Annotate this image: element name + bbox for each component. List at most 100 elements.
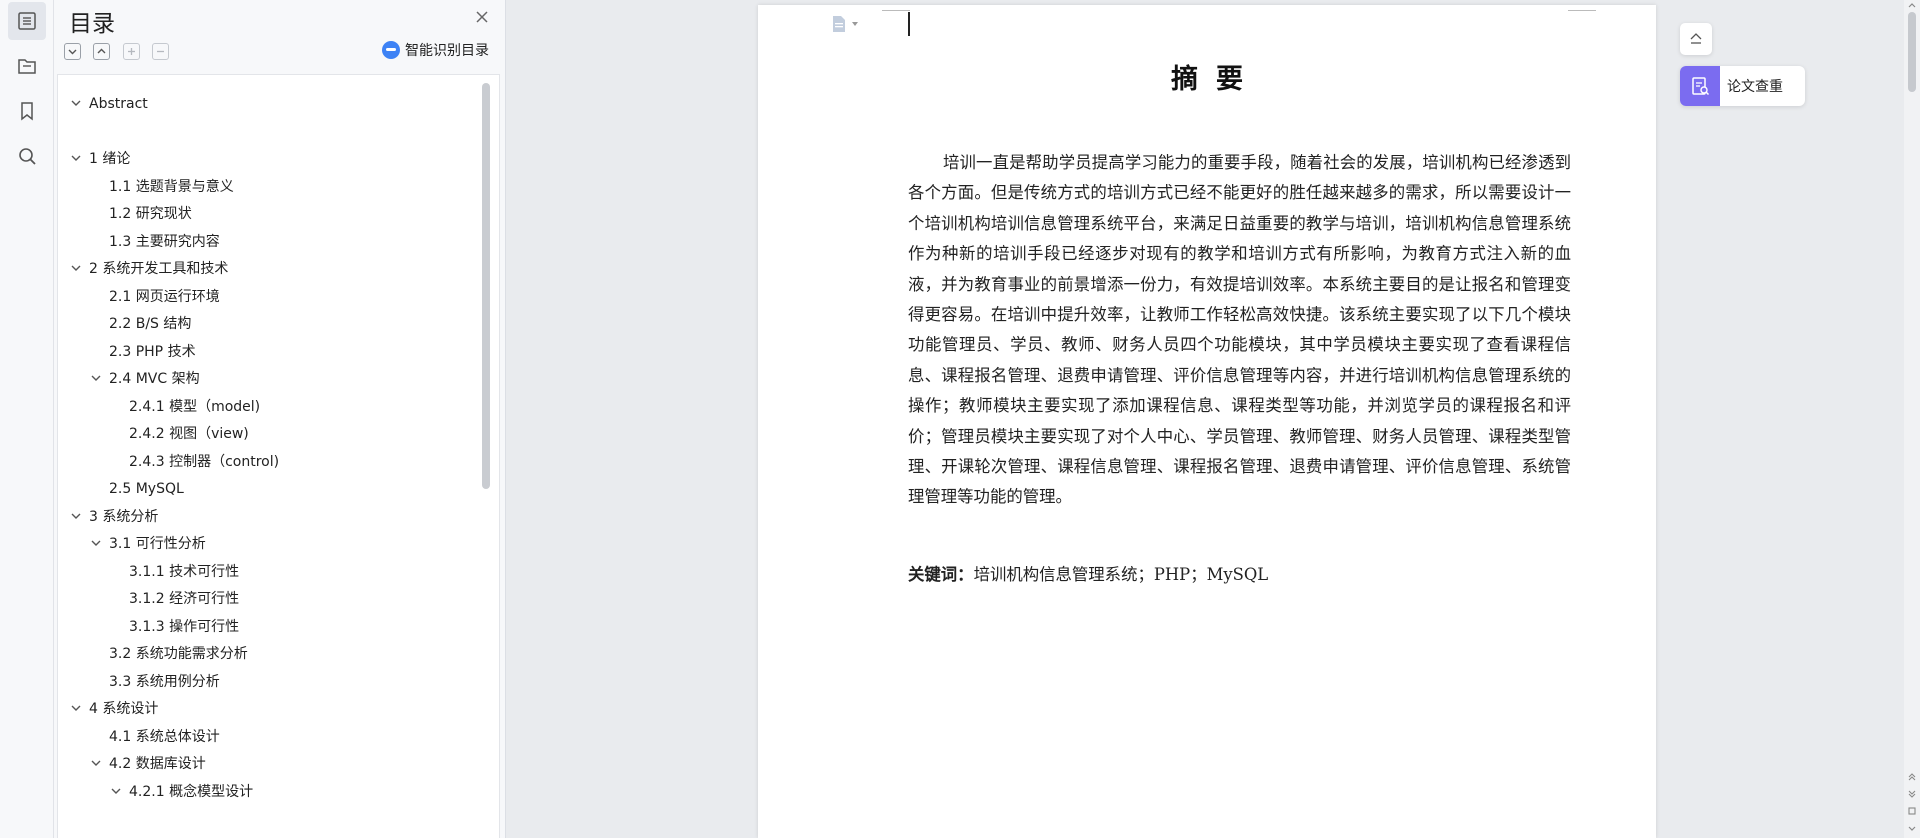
ai-detect-outline-button[interactable]: 智能识别目录 <box>382 40 489 60</box>
ai-detect-outline-label: 智能识别目录 <box>405 43 489 59</box>
outline-item-label: 4.2.1 概念模型设计 <box>129 783 254 800</box>
outline-item-label: 1.3 主要研究内容 <box>109 233 220 250</box>
crop-mark <box>882 10 910 11</box>
outline-item-label: 2.4.3 控制器（control) <box>129 453 280 470</box>
outline-item[interactable]: 3.1.1 技术可行性 <box>129 561 239 583</box>
outline-item[interactable]: 4.2.1 概念模型设计 <box>110 781 253 803</box>
outline-item-label: 3.1 可行性分析 <box>109 536 206 552</box>
text-caret <box>908 12 910 36</box>
outline-item[interactable]: 2.3 PHP 技术 <box>109 341 196 363</box>
search-tab-button[interactable] <box>8 137 46 175</box>
outline-title: 目录 <box>69 11 115 37</box>
left-icon-rail <box>0 0 54 838</box>
outline-item-label: 2.5 MySQL <box>109 481 184 497</box>
chevron-down-icon[interactable] <box>70 510 84 524</box>
outline-item-label: 2.1 网页运行环境 <box>109 288 220 305</box>
folder-tab-button[interactable] <box>8 47 46 85</box>
outline-item-label: 3.1.1 技术可行性 <box>129 563 240 580</box>
chevron-up-icon <box>97 48 106 54</box>
document-title: 摘要 <box>1171 64 1261 95</box>
document-page[interactable]: 摘要 培训一直是帮助学员提高学习能力的重要手段，随着社会的发展，培训机构已经渗透… <box>758 5 1656 838</box>
outline-item[interactable]: 3.1 可行性分析 <box>90 533 206 555</box>
plus-icon <box>128 48 135 55</box>
outline-item[interactable]: 3.1.3 操作可行性 <box>129 616 239 638</box>
outline-item-label: 4.2 数据库设计 <box>109 756 206 772</box>
outline-item-label: Abstract <box>89 96 148 112</box>
chevron-down-icon[interactable] <box>70 702 84 716</box>
outline-item[interactable]: 1.2 研究现状 <box>109 203 192 225</box>
outline-item-label: 3 系统分析 <box>89 508 159 525</box>
outline-item-label: 2.4 MVC 架构 <box>109 371 200 387</box>
fit-page-icon[interactable] <box>1907 806 1917 816</box>
outline-item-label: 3.1.2 经济可行性 <box>129 591 240 607</box>
ai-logo-icon <box>382 41 400 59</box>
outline-item[interactable]: 2.5 MySQL <box>109 478 184 500</box>
eject-button[interactable] <box>1680 23 1712 55</box>
page-down-icon[interactable] <box>1907 789 1917 799</box>
outline-item[interactable]: 2.1 网页运行环境 <box>109 286 220 308</box>
remove-heading-button[interactable] <box>152 43 169 60</box>
outline-item[interactable]: 2.4.1 模型（model) <box>129 396 260 418</box>
chevron-down-icon <box>68 49 77 55</box>
outline-item[interactable]: 3.2 系统功能需求分析 <box>109 643 248 665</box>
outline-item-label: 4 系统设计 <box>89 701 159 717</box>
outline-item[interactable]: 3.1.2 经济可行性 <box>129 588 239 610</box>
outline-item[interactable]: Abstract <box>70 93 148 115</box>
outline-item[interactable]: 4 系统设计 <box>70 698 158 720</box>
chevron-down-icon[interactable] <box>110 785 124 799</box>
chevron-down-icon[interactable] <box>70 152 84 166</box>
paper-check-button[interactable]: 论文查重 <box>1680 66 1805 106</box>
outline-item[interactable]: 2.4.3 控制器（control) <box>129 451 279 473</box>
keywords-line: 关键词：培训机构信息管理系统；PHP；MySQL <box>908 560 1268 590</box>
chevron-down-icon[interactable] <box>90 372 104 386</box>
folder-icon <box>18 59 36 74</box>
outline-item-label: 4.1 系统总体设计 <box>109 728 220 745</box>
expand-all-button[interactable] <box>64 43 81 60</box>
outline-tab-button[interactable] <box>8 2 46 40</box>
bookmark-tab-button[interactable] <box>8 92 46 130</box>
page-up-icon[interactable] <box>1907 772 1917 782</box>
outline-item[interactable]: 2.4.2 视图（view) <box>129 423 249 445</box>
document-scrollbar[interactable] <box>1904 0 1920 838</box>
chevron-down-icon[interactable] <box>70 262 84 276</box>
bookmark-icon <box>21 102 33 121</box>
outline-item-label: 2 系统开发工具和技术 <box>89 261 229 277</box>
outline-panel: 目录 智能识别目录 Abstract 1 绪论 1.1 选题背景与意义 1.2 研究现… <box>54 0 506 838</box>
outline-item[interactable]: 1.1 选题背景与意义 <box>109 176 234 198</box>
keywords-text: 培训机构信息管理系统；PHP；MySQL <box>973 565 1269 584</box>
outline-item[interactable]: 1.3 主要研究内容 <box>109 231 220 253</box>
outline-item[interactable]: 2.2 B/S 结构 <box>109 313 191 335</box>
chevron-down-icon[interactable] <box>90 537 104 551</box>
outline-item[interactable]: 2.4 MVC 架构 <box>90 368 200 390</box>
outline-item[interactable]: 3.3 系统用例分析 <box>109 671 220 693</box>
eject-icon <box>1690 33 1702 44</box>
outline-item-label: 2.2 B/S 结构 <box>109 316 192 332</box>
outline-item-label: 3.2 系统功能需求分析 <box>109 646 248 662</box>
chevron-down-icon[interactable] <box>90 757 104 771</box>
outline-item-label: 3.1.3 操作可行性 <box>129 618 240 635</box>
document-icon <box>833 16 845 32</box>
outline-scrollbar-thumb[interactable] <box>482 83 490 489</box>
dropdown-arrow-icon <box>852 22 858 26</box>
add-heading-button[interactable] <box>123 43 140 60</box>
outline-item[interactable]: 2 系统开发工具和技术 <box>70 258 228 280</box>
outline-item[interactable]: 4.1 系统总体设计 <box>109 726 220 748</box>
outline-item-label: 1.1 选题背景与意义 <box>109 178 234 195</box>
paper-check-label: 论文查重 <box>1727 79 1783 95</box>
chevron-down-icon[interactable] <box>70 97 84 111</box>
outline-item[interactable]: 4.2 数据库设计 <box>90 753 206 775</box>
close-icon[interactable] <box>472 7 492 27</box>
keywords-label: 关键词： <box>908 565 974 584</box>
scrollbar-thumb[interactable] <box>1908 12 1916 92</box>
search-icon <box>19 148 36 165</box>
collapse-all-button[interactable] <box>93 43 110 60</box>
page-format-button[interactable] <box>830 15 859 33</box>
outline-item[interactable]: 3 系统分析 <box>70 506 158 528</box>
outline-item-label: 2.4.1 模型（model) <box>129 398 261 415</box>
scroll-up-icon[interactable] <box>1907 1 1917 11</box>
scroll-down-icon[interactable] <box>1907 823 1917 833</box>
paper-check-icon <box>1680 66 1720 106</box>
outline-item-label: 1.2 研究现状 <box>109 206 192 222</box>
outline-item-label: 2.4.2 视图（view) <box>129 426 249 442</box>
outline-item[interactable]: 1 绪论 <box>70 148 130 170</box>
